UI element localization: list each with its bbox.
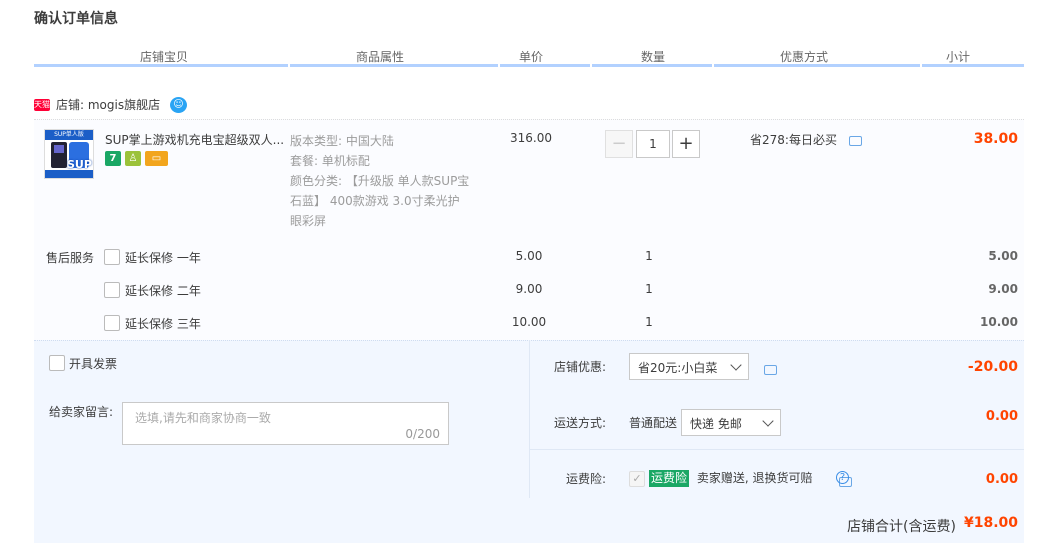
warranty-1y-checkbox[interactable] xyxy=(104,249,120,265)
warranty-2y-subtotal: 9.00 xyxy=(988,282,1018,296)
message-label: 给卖家留言: xyxy=(49,405,114,419)
card-icon: ▭ xyxy=(145,151,168,166)
warranty-2y-checkbox[interactable] xyxy=(104,282,120,298)
column-header-qty: 数量 xyxy=(640,50,665,64)
shop-discount-select[interactable]: 省20元:小白菜 xyxy=(629,353,749,380)
promo-text: 省278:每日必买 xyxy=(750,133,837,147)
invoice-label: 开具发票 xyxy=(69,357,118,371)
quantity-input[interactable]: 1 xyxy=(636,130,670,158)
panel-divider xyxy=(529,340,530,498)
order-item-area xyxy=(34,119,1024,340)
panel-row-divider xyxy=(530,449,1024,450)
warranty-3y-qty: 1 xyxy=(645,315,653,329)
increase-button[interactable]: + xyxy=(672,130,700,158)
shop-discount-amount: -20.00 xyxy=(967,359,1018,375)
chevron-down-icon xyxy=(762,415,774,427)
warranty-1y-price: 5.00 xyxy=(515,249,543,263)
page-title: 确认订单信息 xyxy=(34,11,118,27)
product-attributes: 版本类型: 中国大陆 套餐: 单机标配 颜色分类: 【升级版 单人款SUP宝石蓝… xyxy=(290,131,470,231)
warranty-3y-label: 延长保修 三年 xyxy=(125,317,201,331)
tmall-icon: 天猫 xyxy=(34,99,50,111)
header-divider xyxy=(34,64,1024,67)
warranty-1y-qty: 1 xyxy=(645,249,653,263)
shipping-amount: 0.00 xyxy=(985,409,1018,424)
chevron-down-icon xyxy=(730,359,742,371)
insurance-label: 运费险: xyxy=(566,472,607,486)
after-sales-title: 售后服务 xyxy=(46,251,95,265)
item-subtotal: 38.00 xyxy=(973,131,1018,147)
warranty-2y-qty: 1 xyxy=(645,282,653,296)
insurance-checkbox[interactable]: ✓ xyxy=(629,471,645,487)
warranty-2y-price: 9.00 xyxy=(515,282,543,296)
invoice-checkbox[interactable] xyxy=(49,355,65,371)
shipping-select[interactable]: 快递 免邮 xyxy=(681,409,781,436)
attr-color: 颜色分类: 【升级版 单人款SUP宝石蓝】 400款游戏 3.0寸柔光护眼彩屏 xyxy=(290,174,470,228)
message-textarea[interactable]: 选填,请先和商家协商一致 0/200 xyxy=(122,402,449,445)
column-header-subtotal: 小计 xyxy=(945,50,970,64)
column-header-promo: 优惠方式 xyxy=(779,50,828,64)
warranty-1y-subtotal: 5.00 xyxy=(988,249,1018,263)
message-counter: 0/200 xyxy=(405,427,440,441)
warranty-3y-checkbox[interactable] xyxy=(104,315,120,331)
promo-comment-icon[interactable] xyxy=(848,135,862,146)
wangwang-chat-icon[interactable]: ☺ xyxy=(170,97,187,113)
shipping-label: 运送方式: xyxy=(554,416,607,430)
column-header-item: 店铺宝贝 xyxy=(139,50,188,64)
shop-discount-label: 店铺优惠: xyxy=(554,360,607,374)
product-title-link[interactable]: SUP掌上游戏机充电宝超级双人... xyxy=(105,131,285,148)
warranty-1y-label: 延长保修 一年 xyxy=(125,251,201,265)
shipping-type: 普通配送 xyxy=(629,416,678,430)
attr-version: 版本类型: 中国大陆 xyxy=(290,134,394,148)
column-header-attrs: 商品属性 xyxy=(355,50,404,64)
android-icon: ♙ xyxy=(125,151,141,166)
message-placeholder: 选填,请先和商家协商一致 xyxy=(135,411,271,425)
discount-comment-icon[interactable] xyxy=(764,364,777,375)
warranty-3y-subtotal: 10.00 xyxy=(980,315,1018,329)
promo-info: 省278:每日必买 xyxy=(750,131,862,148)
help-icon[interactable]: ? xyxy=(836,471,849,484)
insurance-amount: 0.00 xyxy=(985,472,1018,487)
seven-day-return-icon: 7 xyxy=(105,151,121,166)
warranty-3y-price: 10.00 xyxy=(511,315,547,329)
shop-name-link[interactable]: 店铺: mogis旗舰店 xyxy=(56,96,160,113)
decrease-button[interactable]: − xyxy=(605,130,633,158)
insurance-text: 卖家赠送, 退换货可赔 xyxy=(696,471,813,485)
column-header-price: 单价 xyxy=(518,50,543,64)
unit-price: 316.00 xyxy=(510,131,552,145)
insurance-tag: 运费险 xyxy=(649,470,690,487)
shop-total-label: 店铺合计(含运费) xyxy=(847,519,956,535)
attr-package: 套餐: 单机标配 xyxy=(290,154,370,168)
shop-total-value: ¥18.00 xyxy=(963,515,1018,531)
insurance-info: 运费险 卖家赠送, 退换货可赔 xyxy=(649,469,812,487)
product-thumbnail[interactable]: SUP单人版 SUP xyxy=(44,129,94,179)
warranty-2y-label: 延长保修 二年 xyxy=(125,284,201,298)
